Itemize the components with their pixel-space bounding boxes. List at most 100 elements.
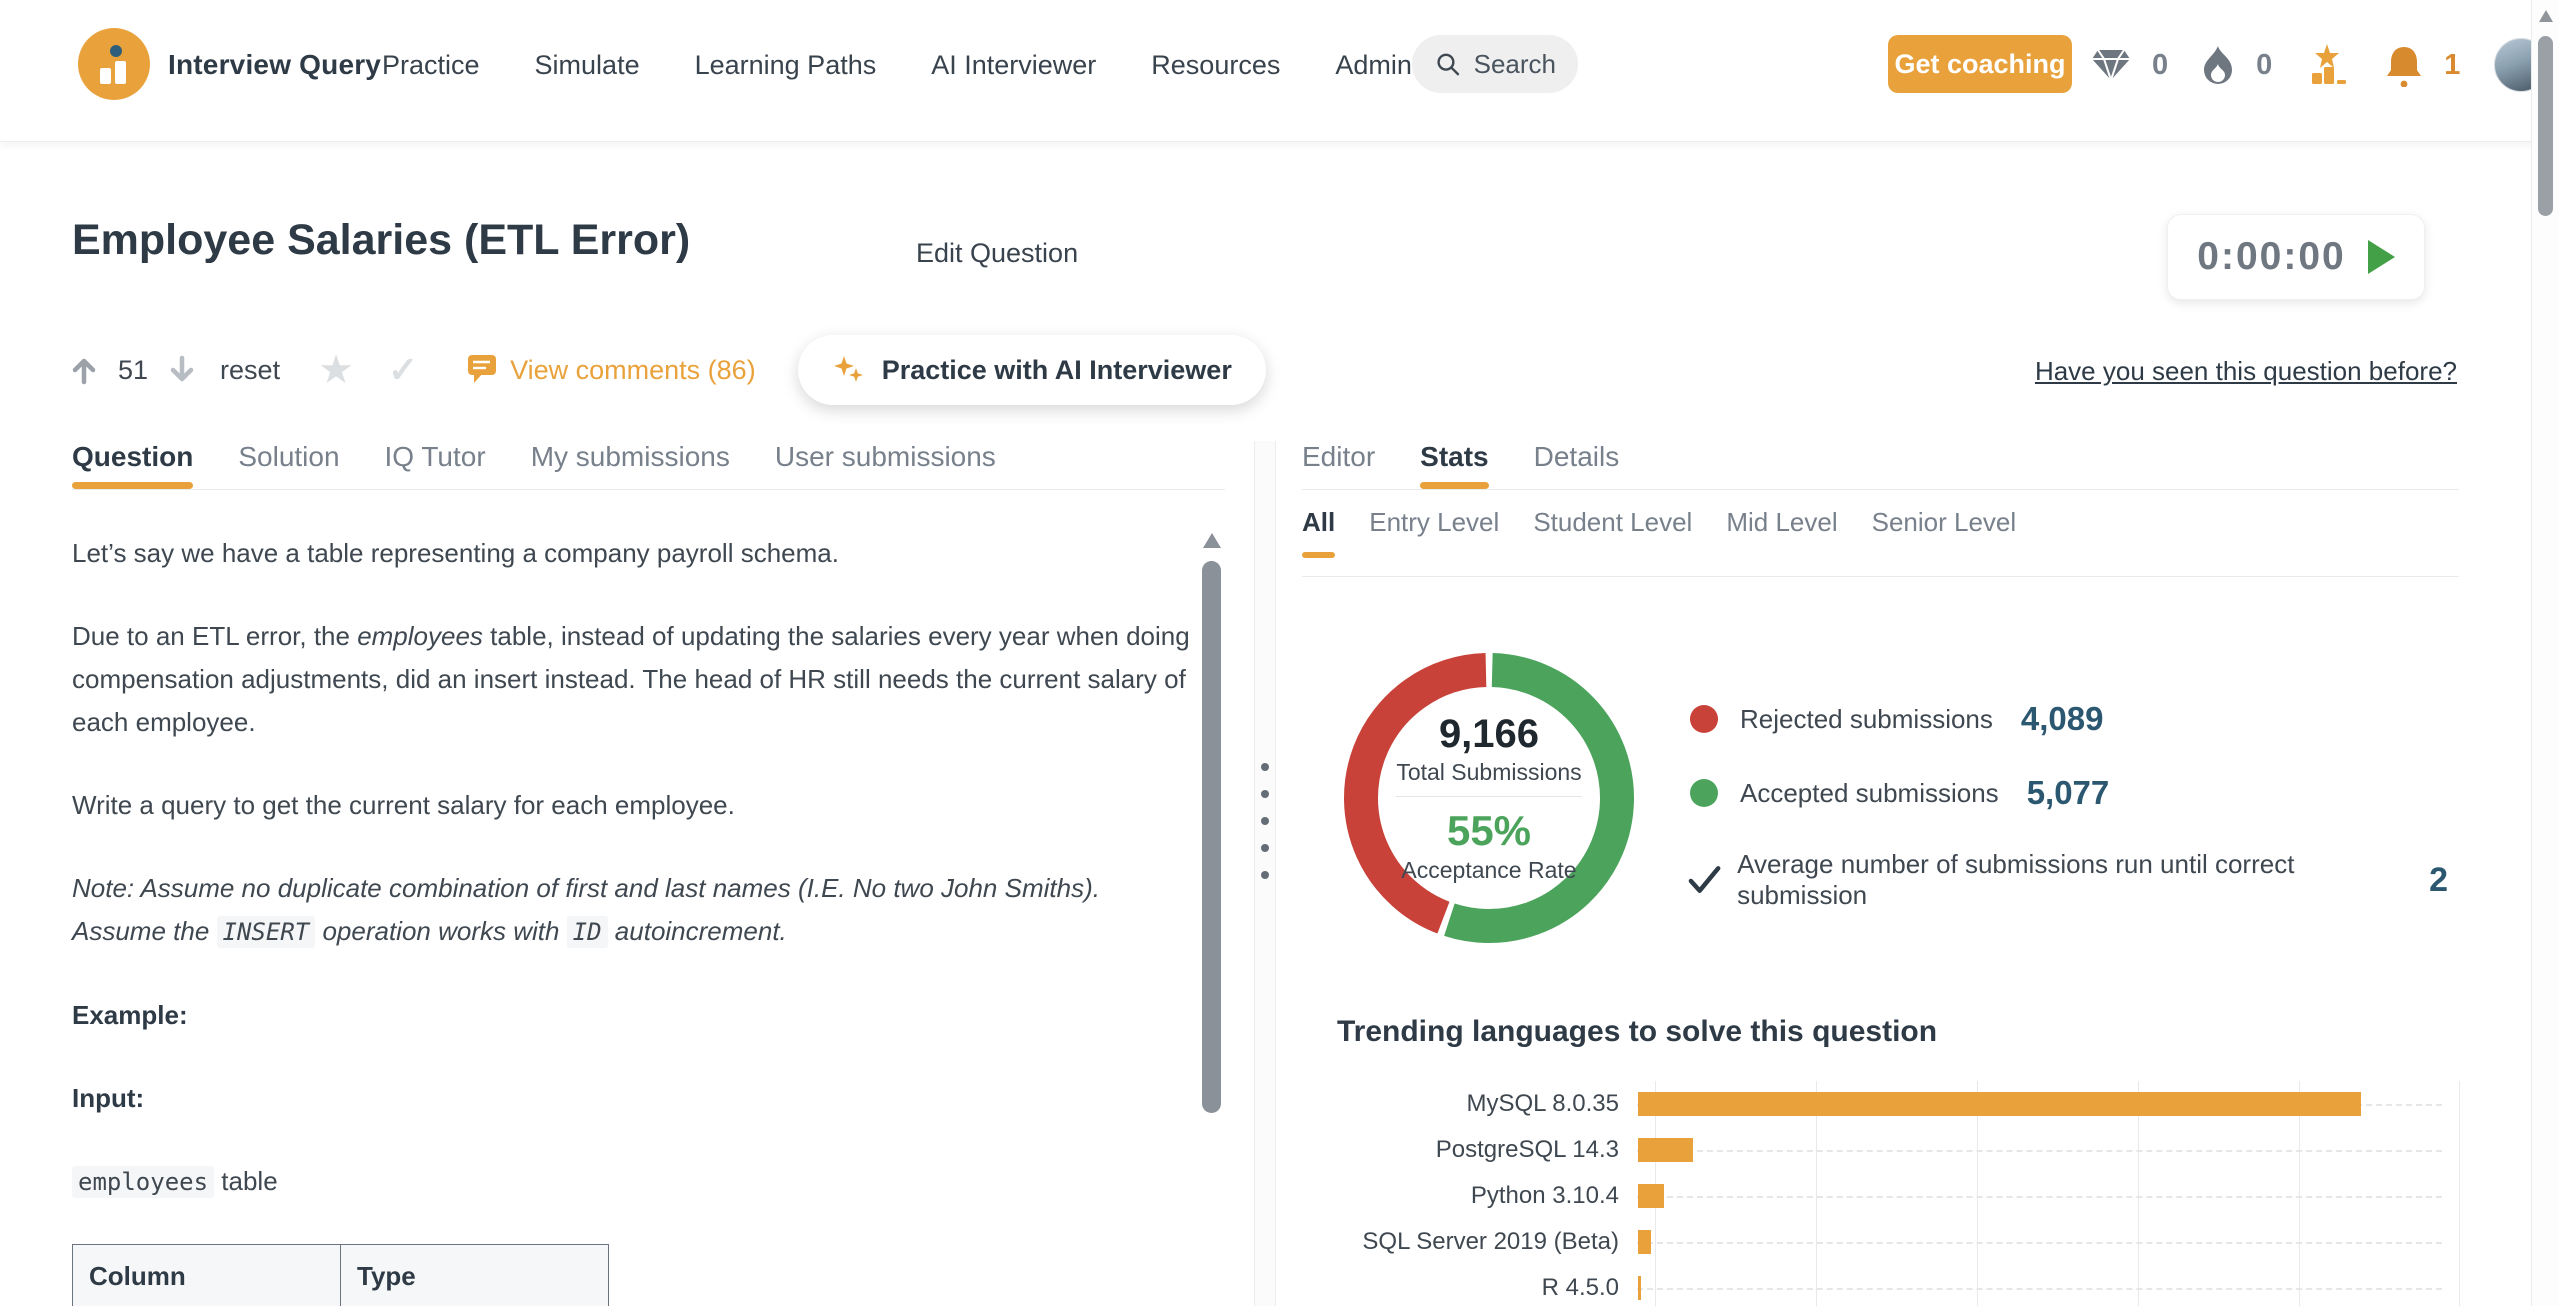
downvote-icon[interactable] [168,355,196,385]
nav-item-simulate[interactable]: Simulate [535,50,640,81]
notification-bell-icon[interactable] [2384,43,2424,87]
tab-details[interactable]: Details [1534,441,1620,489]
bar-postgresql-14-3[interactable] [1638,1138,1693,1162]
tab-student-level[interactable]: Student Level [1533,507,1692,564]
streak-count: 0 [2256,49,2272,82]
editor-stats-tabs: Editor Stats Details [1302,441,2459,490]
reset-vote-link[interactable]: reset [220,355,280,386]
pane-resize-handle[interactable] [1254,441,1276,1306]
question-pane: Question Solution IQ Tutor My submissions Us… [72,441,1225,1306]
practice-ai-label: Practice with AI Interviewer [882,355,1232,386]
nav-item-ai-interviewer[interactable]: AI Interviewer [931,50,1096,81]
row-gridline [1637,1242,2442,1244]
tab-mid-level[interactable]: Mid Level [1726,507,1837,564]
donut-legend: Rejected submissions 4,089 Accepted subm… [1690,697,2109,845]
bar-row-2: Python 3.10.4 [1337,1173,2460,1219]
page-title: Employee Salaries (ETL Error) [72,216,690,265]
accepted-value: 5,077 [2027,774,2110,812]
diamond-icon[interactable] [2090,47,2132,83]
bar-label: R 4.5.0 [1337,1274,1637,1302]
accepted-label: Accepted submissions [1740,778,1999,809]
bar-track [1637,1173,2442,1219]
question-scrollbar-thumb[interactable] [1202,561,1221,1113]
question-scroll-up-arrow[interactable] [1203,533,1221,548]
bar-row-0: MySQL 8.0.35 [1337,1081,2460,1127]
paragraph: Let’s say we have a table representing a… [72,532,1194,575]
row-gridline [1637,1196,2442,1198]
bar-track [1637,1219,2442,1265]
header-icons: 0 0 1 [2090,0,2548,130]
nav-item-resources[interactable]: Resources [1151,50,1280,81]
upvote-icon[interactable] [70,355,98,385]
tab-solution[interactable]: Solution [238,441,339,489]
top-navbar: Interview Query Practice Simulate Learning… [0,0,2559,142]
timer-play-button[interactable] [2368,240,2395,274]
bookmark-star-icon[interactable]: ★ [318,350,354,390]
view-comments-label: View comments (86) [510,355,756,386]
seen-before-link[interactable]: Have you seen this question before? [2035,356,2457,387]
upvote-count: 51 [118,355,148,386]
page-scrollbar[interactable] [2531,0,2559,1306]
bar-chart-logo-glyph [78,28,150,100]
leaderboard-rank-icon[interactable] [2304,42,2350,88]
app-window: Interview Query Practice Simulate Learning… [0,0,2559,1306]
question-pane-tabs: Question Solution IQ Tutor My submissions Us… [72,441,1225,490]
tab-stats[interactable]: Stats [1420,441,1488,489]
row-gridline [1637,1150,2442,1152]
question-actions-row: 51 reset ★ ✓ View comments (86) Practice… [70,334,1266,406]
legend-accepted-row: Accepted submissions 5,077 [1690,771,2109,815]
chart-rows: MySQL 8.0.35PostgreSQL 14.3Python 3.10.4… [1337,1081,2460,1306]
level-filter-tabs: All Entry Level Student Level Mid Level Seni… [1302,490,2459,577]
bar-sql-server-2019-beta-[interactable] [1638,1230,1651,1254]
schema-table: Column Type id VARCHAR [72,1244,609,1306]
insert-code: INSERT [217,916,316,948]
donut-center: 9,166 Total Submissions 55% Acceptance R… [1339,648,1639,948]
tab-senior-level[interactable]: Senior Level [1872,507,2017,564]
tab-editor[interactable]: Editor [1302,441,1375,489]
bar-python-3-10-4[interactable] [1638,1184,1664,1208]
drag-dots-icon [1261,763,1269,879]
nav-item-learning-paths[interactable]: Learning Paths [695,50,877,81]
get-coaching-button[interactable]: Get coaching [1888,35,2072,93]
bar-row-4: R 4.5.0 [1337,1265,2460,1306]
nav-item-practice[interactable]: Practice [382,50,480,81]
bar-track [1637,1127,2442,1173]
tab-entry-level[interactable]: Entry Level [1369,507,1499,564]
row-gridline [1637,1288,2442,1290]
input-label: Input: [72,1077,1194,1120]
submissions-donut-chart: 9,166 Total Submissions 55% Acceptance R… [1339,648,1639,948]
scroll-up-arrow[interactable] [2539,10,2553,22]
view-comments-link[interactable]: View comments (86) [462,353,756,387]
tab-iq-tutor[interactable]: IQ Tutor [385,441,486,489]
donut-divider [1396,796,1582,797]
note-paragraph: Note: Assume no duplicate combination of… [72,867,1194,954]
mark-done-check-icon[interactable]: ✓ [388,352,418,388]
bar-r-4-5-0[interactable] [1638,1276,1641,1300]
search-icon [1434,49,1462,79]
tab-all[interactable]: All [1302,507,1335,564]
tab-user-submissions[interactable]: User submissions [775,441,996,489]
brand-logo-icon[interactable] [78,28,150,100]
page-scrollbar-thumb[interactable] [2538,36,2553,216]
average-submissions-row: Average number of submissions run until … [1688,849,2448,911]
practice-ai-interviewer-button[interactable]: Practice with AI Interviewer [798,335,1266,405]
example-label: Example: [72,994,1194,1037]
nav-item-admin[interactable]: Admin [1335,50,1412,81]
acceptance-rate-value: 55% [1447,807,1531,855]
edit-question-link[interactable]: Edit Question [916,238,1078,269]
diamond-count: 0 [2152,49,2168,82]
search-input[interactable]: Search [1412,35,1578,93]
tab-question[interactable]: Question [72,441,193,489]
search-placeholder: Search [1474,49,1556,80]
main-nav: Practice Simulate Learning Paths AI Intervi… [382,0,1412,130]
schema-col-header: Column [73,1245,341,1306]
id-code: ID [567,916,608,948]
bar-label: SQL Server 2019 (Beta) [1337,1228,1637,1256]
acceptance-rate-label: Acceptance Rate [1401,857,1576,884]
brand-name[interactable]: Interview Query [168,0,381,130]
bar-mysql-8-0-35[interactable] [1638,1092,2361,1116]
tab-my-submissions[interactable]: My submissions [531,441,730,489]
streak-flame-icon[interactable] [2200,44,2236,86]
rejected-dot-icon [1690,705,1718,733]
table-name-line: employees table [72,1160,1194,1204]
